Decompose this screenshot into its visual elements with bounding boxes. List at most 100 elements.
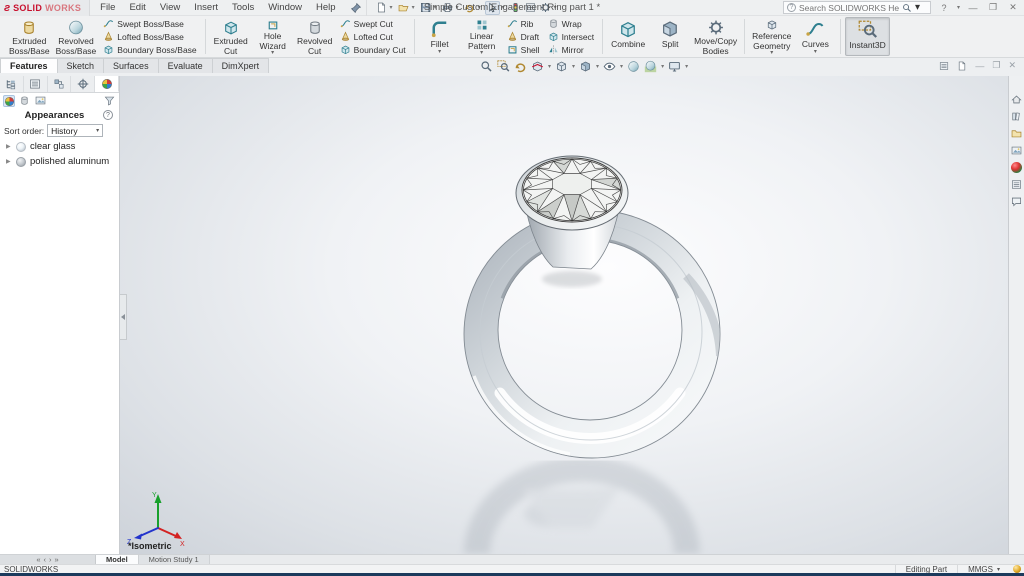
nav-last-icon[interactable]: »: [55, 555, 59, 564]
solidworks-forum-icon[interactable]: [1011, 196, 1022, 207]
rebuild-button[interactable]: [509, 1, 522, 15]
revolved-cut-button[interactable]: Revolved Cut: [294, 17, 336, 56]
appearance-item-polished-aluminum[interactable]: ▶ polished aluminum: [0, 154, 119, 169]
linear-pattern-button[interactable]: Linear Pattern ▾: [461, 17, 503, 56]
panel-help-icon[interactable]: ?: [103, 110, 113, 120]
swept-boss-base-button[interactable]: Swept Boss/Base: [101, 18, 198, 30]
tab-evaluate[interactable]: Evaluate: [158, 58, 213, 73]
custom-properties-icon[interactable]: [1011, 179, 1022, 190]
expand-icon[interactable]: ▶: [6, 143, 12, 150]
display-style-icon[interactable]: [579, 60, 592, 73]
zoom-to-fit-icon[interactable]: [480, 60, 493, 73]
view-settings-icon[interactable]: [668, 60, 681, 73]
edit-appearance-icon[interactable]: [627, 60, 640, 73]
undo-button[interactable]: [463, 1, 476, 15]
filter-icon[interactable]: [104, 95, 116, 107]
search-input[interactable]: [799, 3, 899, 13]
file-explorer-icon[interactable]: [1011, 128, 1022, 139]
print-button[interactable]: [441, 1, 454, 15]
boundary-cut-button[interactable]: Boundary Cut: [338, 44, 408, 56]
curves-button[interactable]: Curves ▾: [794, 17, 836, 56]
search-caret-icon[interactable]: ▾: [915, 2, 920, 13]
tab-featuremanager-tree[interactable]: [0, 76, 24, 92]
tab-surfaces[interactable]: Surfaces: [103, 58, 159, 73]
tab-features[interactable]: Features: [0, 58, 58, 73]
split-button[interactable]: Split: [649, 17, 691, 56]
open-caret-icon[interactable]: ▾: [412, 4, 415, 11]
print-caret-icon[interactable]: ▾: [456, 4, 459, 11]
lofted-cut-button[interactable]: Lofted Cut: [338, 31, 408, 43]
wrap-button[interactable]: Wrap: [546, 18, 597, 30]
rib-button[interactable]: Rib: [505, 18, 542, 30]
view-settings-caret-icon[interactable]: ▾: [685, 63, 688, 70]
nav-next-icon[interactable]: ›: [49, 555, 52, 564]
appearances-scenes-icon[interactable]: [1011, 162, 1022, 173]
hide-show-items-icon[interactable]: [603, 60, 616, 73]
tab-nav-buttons[interactable]: « ‹ › »: [0, 555, 96, 564]
hide-show-caret-icon[interactable]: ▾: [620, 63, 623, 70]
previous-view-icon[interactable]: [514, 60, 527, 73]
nav-prev-icon[interactable]: ‹: [44, 555, 47, 564]
linear-pattern-caret-icon[interactable]: ▾: [480, 51, 483, 56]
tab-motion-study[interactable]: Motion Study 1: [139, 555, 210, 564]
shell-button[interactable]: Shell: [505, 44, 542, 56]
tag-ball-icon[interactable]: [1013, 565, 1021, 573]
fillet-caret-icon[interactable]: ▾: [438, 50, 441, 55]
move-copy-bodies-button[interactable]: Move/Copy Bodies: [691, 17, 740, 56]
status-units-select[interactable]: MMGS▾: [957, 565, 1010, 573]
lofted-boss-base-button[interactable]: Lofted Boss/Base: [101, 31, 198, 43]
show-pane-icon[interactable]: [957, 61, 967, 71]
doc-restore-button[interactable]: ❐: [992, 60, 1000, 71]
design-library-icon[interactable]: [1011, 111, 1022, 122]
tab-sketch[interactable]: Sketch: [57, 58, 105, 73]
mirror-button[interactable]: Mirror: [546, 44, 597, 56]
hole-wizard-button[interactable]: Hole Wizard ▾: [252, 17, 294, 56]
zoom-to-area-icon[interactable]: [497, 60, 510, 73]
boundary-boss-base-button[interactable]: Boundary Boss/Base: [101, 44, 198, 56]
tab-property-manager[interactable]: [24, 76, 48, 92]
tab-display-manager[interactable]: [95, 76, 119, 92]
revolved-boss-base-button[interactable]: Revolved Boss/Base: [53, 17, 100, 56]
appearance-item-clear-glass[interactable]: ▶ clear glass: [0, 139, 119, 154]
menu-file[interactable]: File: [100, 2, 115, 13]
sort-order-select[interactable]: History ▾: [47, 124, 103, 137]
view-palette-icon[interactable]: [1011, 145, 1022, 156]
restore-button[interactable]: ❐: [986, 2, 1000, 13]
nav-first-icon[interactable]: «: [36, 555, 40, 564]
new-caret-icon[interactable]: ▾: [390, 4, 393, 11]
menu-tools[interactable]: Tools: [232, 2, 254, 13]
search-icon[interactable]: [902, 3, 912, 13]
pin-menu-icon[interactable]: [350, 2, 362, 14]
fillet-button[interactable]: Fillet ▾: [419, 17, 461, 56]
view-decals-button[interactable]: [19, 95, 31, 107]
select-tool-button[interactable]: [485, 1, 500, 15]
display-style-caret-icon[interactable]: ▾: [596, 63, 599, 70]
undo-caret-icon[interactable]: ▾: [478, 4, 481, 11]
tab-model[interactable]: Model: [96, 555, 139, 564]
hole-wizard-caret-icon[interactable]: ▾: [271, 51, 274, 56]
solidworks-resources-icon[interactable]: [1011, 94, 1022, 105]
view-orientation-icon[interactable]: [555, 60, 568, 73]
view-scene-lights-button[interactable]: [35, 95, 47, 107]
minimize-button[interactable]: —: [966, 3, 980, 13]
extruded-boss-base-button[interactable]: Extruded Boss/Base: [6, 17, 53, 56]
tab-dimxpert[interactable]: DimXpert: [212, 58, 270, 73]
combine-button[interactable]: Combine: [607, 17, 649, 56]
help-caret-icon[interactable]: ▾: [957, 4, 960, 11]
help-search-box[interactable]: ? ▾: [783, 1, 931, 14]
help-button[interactable]: ?: [937, 3, 951, 13]
view-orientation-caret-icon[interactable]: ▾: [572, 63, 575, 70]
reference-geometry-button[interactable]: Reference Geometry ▾: [749, 17, 794, 56]
menu-view[interactable]: View: [160, 2, 180, 13]
doc-close-button[interactable]: ✕: [1008, 60, 1016, 71]
extruded-cut-button[interactable]: Extruded Cut: [210, 17, 252, 56]
options-button[interactable]: [539, 1, 552, 15]
options-caret-icon[interactable]: ▾: [554, 4, 557, 11]
instant3d-button[interactable]: Instant3D: [845, 17, 889, 56]
file-properties-button[interactable]: [524, 1, 537, 15]
open-button[interactable]: [397, 1, 410, 15]
menu-help[interactable]: Help: [316, 2, 336, 13]
new-button[interactable]: [375, 1, 388, 15]
menu-window[interactable]: Window: [268, 2, 302, 13]
select-caret-icon[interactable]: ▾: [502, 4, 505, 11]
